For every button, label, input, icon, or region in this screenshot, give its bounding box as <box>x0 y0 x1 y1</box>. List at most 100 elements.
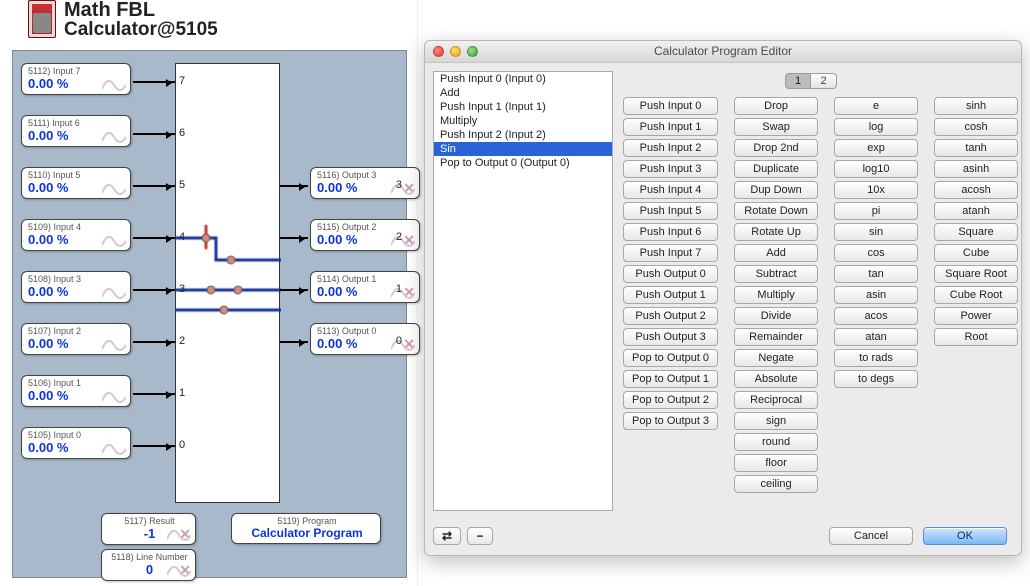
instruction-row[interactable]: Sin <box>434 142 612 156</box>
op-push-input-5-button[interactable]: Push Input 5 <box>623 202 718 220</box>
op-subtract-button[interactable]: Subtract <box>734 265 818 283</box>
op-push-input-0-button[interactable]: Push Input 0 <box>623 97 718 115</box>
input-card-0[interactable]: 5105) Input 00.00 % <box>21 427 131 459</box>
op-square-root-button[interactable]: Square Root <box>934 265 1018 283</box>
instruction-row[interactable]: Push Input 1 (Input 1) <box>434 100 612 114</box>
op-pop-to-output-2-button[interactable]: Pop to Output 2 <box>623 391 718 409</box>
instruction-list[interactable]: Push Input 0 (Input 0)AddPush Input 1 (I… <box>433 71 613 511</box>
instruction-row[interactable]: Add <box>434 86 612 100</box>
op-push-input-1-button[interactable]: Push Input 1 <box>623 118 718 136</box>
bottom_cards-result-card[interactable]: 5117) Result-1✕ <box>101 513 196 545</box>
input-card-3[interactable]: 5108) Input 30.00 % <box>21 271 131 303</box>
op-sign-button[interactable]: sign <box>734 412 818 430</box>
port-label: 2 <box>179 335 185 347</box>
op-exp-button[interactable]: exp <box>834 139 918 157</box>
input-card-2[interactable]: 5107) Input 20.00 % <box>21 323 131 355</box>
tab-1[interactable]: 1 <box>785 73 811 89</box>
input-card-4[interactable]: 5109) Input 40.00 % <box>21 219 131 251</box>
op-negate-button[interactable]: Negate <box>734 349 818 367</box>
op-cube-button[interactable]: Cube <box>934 244 1018 262</box>
op-to-rads-button[interactable]: to rads <box>834 349 918 367</box>
op-10x-button[interactable]: 10x <box>834 181 918 199</box>
op-pop-to-output-0-button[interactable]: Pop to Output 0 <box>623 349 718 367</box>
shuffle-button[interactable]: ⇄ <box>433 527 461 545</box>
op-ceiling-button[interactable]: ceiling <box>734 475 818 493</box>
instruction-row[interactable]: Push Input 2 (Input 2) <box>434 128 612 142</box>
op-push-output-3-button[interactable]: Push Output 3 <box>623 328 718 346</box>
cancel-button[interactable]: Cancel <box>829 527 913 545</box>
op-drop-2nd-button[interactable]: Drop 2nd <box>734 139 818 157</box>
op-asin-button[interactable]: asin <box>834 286 918 304</box>
op-rotate-up-button[interactable]: Rotate Up <box>734 223 818 241</box>
op-sin-button[interactable]: sin <box>834 223 918 241</box>
instruction-row[interactable]: Push Input 0 (Input 0) <box>434 72 612 86</box>
minimize-icon[interactable] <box>450 46 461 57</box>
calculator-program-card[interactable]: 5119) ProgramCalculator Program <box>231 513 381 544</box>
input-card-6[interactable]: 5111) Input 60.00 % <box>21 115 131 147</box>
input-card-5[interactable]: 5110) Input 50.00 % <box>21 167 131 199</box>
fbl-panel: Math FBL Calculator@5105 5112) Input 70.… <box>0 0 418 586</box>
op-pop-to-output-1-button[interactable]: Pop to Output 1 <box>623 370 718 388</box>
op-push-input-6-button[interactable]: Push Input 6 <box>623 223 718 241</box>
wire <box>133 341 175 343</box>
instruction-row[interactable]: Pop to Output 0 (Output 0) <box>434 156 612 170</box>
remove-button[interactable]: − <box>467 527 493 545</box>
op-push-output-1-button[interactable]: Push Output 1 <box>623 286 718 304</box>
button-column-0: Push Input 0 Push Input 1 Push Input 2 Push… <box>623 97 718 430</box>
op-cosh-button[interactable]: cosh <box>934 118 1018 136</box>
op-divide-button[interactable]: Divide <box>734 307 818 325</box>
input-card-1[interactable]: 5106) Input 10.00 % <box>21 375 131 407</box>
wire <box>133 289 175 291</box>
op-push-input-7-button[interactable]: Push Input 7 <box>623 244 718 262</box>
op-push-output-2-button[interactable]: Push Output 2 <box>623 307 718 325</box>
op-atan-button[interactable]: atan <box>834 328 918 346</box>
port-label: 0 <box>179 439 185 451</box>
op-floor-button[interactable]: floor <box>734 454 818 472</box>
instruction-row[interactable]: Multiply <box>434 114 612 128</box>
op-dup-down-button[interactable]: Dup Down <box>734 181 818 199</box>
op-tanh-button[interactable]: tanh <box>934 139 1018 157</box>
op-pop-to-output-3-button[interactable]: Pop to Output 3 <box>623 412 718 430</box>
op-rotate-down-button[interactable]: Rotate Down <box>734 202 818 220</box>
op-push-input-3-button[interactable]: Push Input 3 <box>623 160 718 178</box>
op-pi-button[interactable]: pi <box>834 202 918 220</box>
op-asinh-button[interactable]: asinh <box>934 160 1018 178</box>
op-acosh-button[interactable]: acosh <box>934 181 1018 199</box>
op-acos-button[interactable]: acos <box>834 307 918 325</box>
op-log-button[interactable]: log <box>834 118 918 136</box>
op-log10-button[interactable]: log10 <box>834 160 918 178</box>
zoom-icon[interactable] <box>467 46 478 57</box>
ok-button[interactable]: OK <box>923 527 1007 545</box>
calculator-block[interactable] <box>175 63 280 503</box>
op-e-button[interactable]: e <box>834 97 918 115</box>
op-push-input-2-button[interactable]: Push Input 2 <box>623 139 718 157</box>
op-push-input-4-button[interactable]: Push Input 4 <box>623 181 718 199</box>
bottom_cards-line-card[interactable]: 5118) Line Number0✕ <box>101 549 196 581</box>
op-sinh-button[interactable]: sinh <box>934 97 1018 115</box>
op-add-button[interactable]: Add <box>734 244 818 262</box>
op-multiply-button[interactable]: Multiply <box>734 286 818 304</box>
op-cos-button[interactable]: cos <box>834 244 918 262</box>
op-push-output-0-button[interactable]: Push Output 0 <box>623 265 718 283</box>
op-drop-button[interactable]: Drop <box>734 97 818 115</box>
op-tan-button[interactable]: tan <box>834 265 918 283</box>
port-label: 1 <box>266 283 402 295</box>
input-tag: 5112) Input 7 <box>28 66 126 76</box>
op-duplicate-button[interactable]: Duplicate <box>734 160 818 178</box>
input-card-7[interactable]: 5112) Input 70.00 % <box>21 63 131 95</box>
close-icon[interactable] <box>433 46 444 57</box>
op-reciprocal-button[interactable]: Reciprocal <box>734 391 818 409</box>
op-atanh-button[interactable]: atanh <box>934 202 1018 220</box>
card-tag: 5118) Line Number <box>108 552 191 562</box>
op-round-button[interactable]: round <box>734 433 818 451</box>
op-power-button[interactable]: Power <box>934 307 1018 325</box>
op-absolute-button[interactable]: Absolute <box>734 370 818 388</box>
op-root-button[interactable]: Root <box>934 328 1018 346</box>
op-cube-root-button[interactable]: Cube Root <box>934 286 1018 304</box>
op-swap-button[interactable]: Swap <box>734 118 818 136</box>
input-tag: 5111) Input 6 <box>28 118 126 128</box>
op-square-button[interactable]: Square <box>934 223 1018 241</box>
op-remainder-button[interactable]: Remainder <box>734 328 818 346</box>
op-to-degs-button[interactable]: to degs <box>834 370 918 388</box>
tab-2[interactable]: 2 <box>811 73 837 89</box>
